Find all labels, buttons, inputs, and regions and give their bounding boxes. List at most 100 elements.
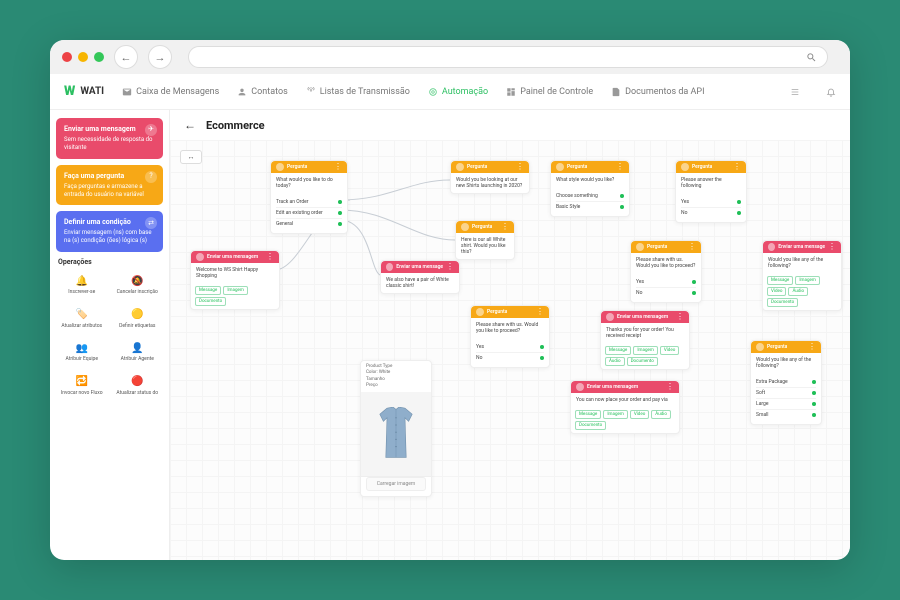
- send-icon: [386, 263, 393, 271]
- back-arrow[interactable]: ←: [184, 118, 196, 132]
- more-icon[interactable]: ⋮: [536, 308, 544, 316]
- bell-off-icon: 🔕: [130, 274, 144, 288]
- logo-text: WATI: [80, 86, 104, 97]
- node-text: We also have a pair of White classic shi…: [386, 277, 449, 289]
- op-invoke-flow-label: Invocar novo Fluxo: [61, 391, 103, 397]
- tag-icon: 🏷️: [75, 308, 89, 322]
- more-icon[interactable]: ⋮: [733, 163, 741, 171]
- browser-chrome: ← →: [50, 40, 850, 74]
- node-question-style[interactable]: Pergunta⋮ What style would you like? Cho…: [550, 160, 630, 217]
- question-icon: [456, 163, 464, 171]
- op-assign-team-label: Atribuir Equipe: [65, 357, 98, 363]
- more-icon[interactable]: ⋮: [501, 223, 509, 231]
- branch-icon: ⇄: [145, 217, 157, 229]
- bell-icon: 🔔: [75, 274, 89, 288]
- op-assign-agent[interactable]: 👤 Atribuir Agente: [112, 337, 164, 367]
- img-caption[interactable]: Carregar imagem: [366, 311, 414, 331]
- op-update-attr-label: Atualizar atributos: [61, 324, 102, 330]
- op-subscribe[interactable]: 🔔Inscrever-se: [56, 270, 108, 300]
- canvas-header: ← Ecommerce: [170, 110, 850, 140]
- document-icon: [611, 87, 621, 97]
- nav-dashboard[interactable]: Painel de Controle: [506, 87, 593, 97]
- back-button[interactable]: ←: [114, 45, 138, 69]
- node-send-right[interactable]: Enviar uma mensagem⋮ Would you like any …: [762, 240, 842, 311]
- ops-grid: 🔔Inscrever-se 🔕Cancelar inscrição 🏷️ Atua…: [56, 270, 163, 400]
- op-update-attr[interactable]: 🏷️ Atualizar atributos: [56, 304, 108, 334]
- zoom-control[interactable]: ↔: [180, 150, 202, 164]
- node-text: You can now place your order and pay via: [576, 397, 668, 403]
- more-icon[interactable]: ⋮: [828, 243, 836, 251]
- sidebar-card-question[interactable]: ? Faça uma pergunta Faça perguntas e arm…: [56, 165, 163, 206]
- more-icon[interactable]: ⋮: [516, 163, 524, 171]
- question-icon: [636, 243, 644, 251]
- op-update-status[interactable]: 🔴Atualizar status do: [112, 371, 164, 401]
- node-question-d[interactable]: Pergunta⋮ Please answer the following Ye…: [675, 160, 747, 223]
- node-question-main[interactable]: Pergunta⋮ What would you like to do toda…: [270, 160, 348, 234]
- nav-automation[interactable]: Automação: [428, 87, 488, 97]
- node-text: Please answer the following: [681, 177, 722, 189]
- node-text: Welcome to WS Shirt Happy Shopping: [196, 267, 258, 279]
- dashboard-icon: [506, 87, 516, 97]
- op-unsubscribe[interactable]: 🔕Cancelar inscrição: [112, 270, 164, 300]
- sidebar-card-condition[interactable]: ⇄ Definir uma condição Enviar mensagem (…: [56, 211, 163, 252]
- chip-image[interactable]: Imagem: [223, 286, 247, 295]
- nav-automation-label: Automação: [442, 87, 488, 97]
- flow-canvas[interactable]: ↔: [170, 140, 850, 560]
- chip-message[interactable]: Message: [195, 286, 221, 295]
- flow-icon: 🔁: [75, 375, 89, 389]
- team-icon: 👥: [75, 341, 89, 355]
- node-question-a[interactable]: Pergunta⋮ Would you be looking at our ne…: [450, 160, 530, 194]
- more-icon[interactable]: ⋮: [616, 163, 624, 171]
- op-set-tags[interactable]: 🟡Definir etiquetas: [112, 304, 164, 334]
- node-question-e[interactable]: Pergunta⋮ Please share with us. Would yo…: [630, 240, 702, 303]
- question-icon: [461, 223, 469, 231]
- logo[interactable]: W WATI: [64, 84, 104, 99]
- more-icon[interactable]: ⋮: [688, 243, 696, 251]
- url-bar[interactable]: [188, 46, 828, 68]
- nav-inbox[interactable]: Caixa de Mensagens: [122, 87, 219, 97]
- nav-broadcast-label: Listas de Transmissão: [320, 87, 410, 97]
- more-icon[interactable]: ⋮: [666, 383, 674, 391]
- more-icon[interactable]: ⋮: [334, 163, 342, 171]
- chip-doc[interactable]: Documento: [195, 297, 226, 306]
- send-icon: [606, 313, 614, 321]
- settings-icon[interactable]: [790, 87, 800, 97]
- more-icon[interactable]: ⋮: [808, 343, 816, 351]
- forward-button[interactable]: →: [148, 45, 172, 69]
- flow-title: Ecommerce: [206, 119, 265, 132]
- window-minimize-dot[interactable]: [78, 52, 88, 62]
- sidebar-card-send[interactable]: ✈ Enviar uma mensagem Sem necessidade de…: [56, 118, 163, 159]
- img-caption2[interactable]: Carregar imagem: [366, 477, 426, 491]
- node-send-welcome[interactable]: Enviar uma mensagem⋮ Welcome to WS Shirt…: [190, 250, 280, 310]
- window-maximize-dot[interactable]: [94, 52, 104, 62]
- node-question-c[interactable]: Pergunta⋮ Please share with us. Would yo…: [470, 305, 550, 368]
- more-icon[interactable]: ⋮: [676, 313, 684, 321]
- node-send-thanks[interactable]: Enviar uma mensagem⋮ Thanks you for your…: [600, 310, 690, 370]
- nav-api[interactable]: Documentos da API: [611, 87, 704, 97]
- window-close-dot[interactable]: [62, 52, 72, 62]
- bell-icon[interactable]: [826, 87, 836, 97]
- nav-contacts[interactable]: Contatos: [237, 87, 287, 97]
- send-icon: [576, 383, 584, 391]
- nav-api-label: Documentos da API: [625, 87, 704, 97]
- sidebar-card-condition-sub: Enviar mensagem (ns) com base na (s) con…: [64, 229, 152, 244]
- node-image-shirt[interactable]: Product Type Color: White Tamanho Preço …: [360, 360, 432, 497]
- agent-icon: 👤: [130, 341, 144, 355]
- plane-icon: ✈: [145, 124, 157, 136]
- op-assign-team[interactable]: 👥 Atribuir Equipe: [56, 337, 108, 367]
- node-question-f[interactable]: Pergunta⋮ Would you like any of the foll…: [750, 340, 822, 425]
- nav-broadcast[interactable]: Listas de Transmissão: [306, 87, 410, 97]
- question-icon: [556, 163, 564, 171]
- node-send-mid[interactable]: Enviar uma mensagem⋮ We also have a pair…: [380, 260, 460, 294]
- more-icon[interactable]: ⋮: [266, 253, 274, 261]
- op-assign-agent-label: Atribuir Agente: [121, 357, 154, 363]
- op-invoke-flow[interactable]: 🔁 Invocar novo Fluxo: [56, 371, 108, 401]
- node-text: Please share with us. Would you like to …: [636, 257, 695, 269]
- send-icon: [196, 253, 204, 261]
- more-icon[interactable]: ⋮: [446, 263, 454, 271]
- node-question-b[interactable]: Pergunta⋮ Here is our all White shirt. W…: [455, 220, 515, 260]
- shirt-image: [374, 407, 418, 461]
- node-text: Would you like any of the following?: [768, 257, 823, 269]
- node-text: Please share with us. Would you like to …: [476, 322, 538, 334]
- node-send-bottom[interactable]: Enviar uma mensagem⋮ You can now place y…: [570, 380, 680, 434]
